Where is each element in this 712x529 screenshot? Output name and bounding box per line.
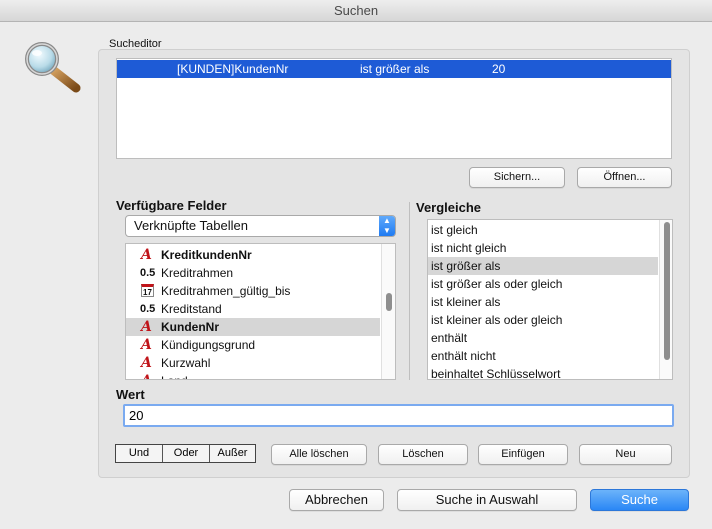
comparison-item[interactable]: ist nicht gleich (428, 239, 658, 257)
available-fields-label: Verfügbare Felder (116, 198, 227, 213)
comparison-item[interactable]: ist kleiner als oder gleich (428, 311, 658, 329)
comparison-item[interactable]: ist größer als (428, 257, 658, 275)
text-field-icon: A (141, 319, 152, 335)
field-item-label: KundenNr (161, 320, 219, 334)
field-item[interactable]: A Kurzwahl (126, 354, 380, 372)
except-button[interactable]: Außer (210, 445, 255, 462)
fields-scroll-thumb[interactable] (386, 293, 392, 311)
window-title: Suchen (333, 3, 379, 18)
text-field-icon: A (141, 337, 152, 353)
comparison-item[interactable]: beinhaltet Schlüsselwort (428, 365, 658, 379)
comparisons-scroll-thumb[interactable] (664, 222, 670, 360)
search-editor[interactable]: [KUNDEN]KundenNr ist größer als 20 (116, 58, 672, 159)
open-button[interactable]: Öffnen... (577, 167, 672, 188)
fields-list[interactable]: A KreditkundenNr 0.5 Kreditrahmen 17 Kreditra… (125, 243, 396, 380)
field-item[interactable]: A KundenNr (126, 318, 380, 336)
or-button[interactable]: Oder (163, 445, 210, 462)
updown-arrows-icon: ▲ ▼ (379, 216, 395, 236)
logic-operator-segmented: Und Oder Außer (115, 444, 256, 463)
field-item-label: Kreditrahmen_gültig_bis (161, 284, 291, 298)
editor-criteria-row[interactable]: [KUNDEN]KundenNr ist größer als 20 (117, 60, 671, 78)
comparison-item[interactable]: ist größer als oder gleich (428, 275, 658, 293)
field-item[interactable]: A KreditkundenNr (126, 246, 380, 264)
number-field-icon: 0.5 (140, 267, 156, 279)
comparisons-scrollbar[interactable] (659, 220, 672, 379)
field-item-label: Land (161, 372, 188, 379)
comparisons-label: Vergleiche (416, 200, 482, 215)
field-item[interactable]: 0.5 Kreditrahmen (126, 264, 380, 282)
delete-button[interactable]: Löschen (378, 444, 468, 465)
comparison-item[interactable]: enthält (428, 329, 658, 347)
section-divider (409, 202, 410, 380)
field-item-label: Kündigungsgrund (161, 338, 256, 352)
comparison-item[interactable]: ist gleich (428, 221, 658, 239)
table-select-value: Verknüpfte Tabellen (134, 218, 248, 233)
field-item[interactable]: ALand (126, 372, 380, 379)
editor-row-operator: ist größer als (360, 62, 430, 76)
cancel-button[interactable]: Abbrechen (289, 489, 384, 511)
insert-button[interactable]: Einfügen (478, 444, 568, 465)
magnifier-icon (22, 40, 86, 96)
field-item-label: KreditkundenNr (161, 248, 252, 262)
comparison-item[interactable]: ist kleiner als (428, 293, 658, 311)
editor-row-field: [KUNDEN]KundenNr (177, 62, 289, 76)
text-field-icon: A (141, 247, 152, 263)
clear-all-button[interactable]: Alle löschen (271, 444, 367, 465)
value-label: Wert (116, 387, 145, 402)
field-item-label: Kurzwahl (161, 356, 211, 370)
field-item[interactable]: 0.5 Kreditstand (126, 300, 380, 318)
search-button[interactable]: Suche (590, 489, 689, 511)
date-field-icon: 17 (141, 284, 154, 297)
comparisons-list[interactable]: ist gleich ist nicht gleich ist größer als… (427, 219, 673, 380)
editor-row-value: 20 (492, 62, 506, 76)
text-field-icon: A (141, 373, 161, 379)
field-item-label: Kreditstand (161, 302, 222, 316)
field-item[interactable]: 17 Kreditrahmen_gültig_bis (126, 282, 380, 300)
value-input[interactable] (123, 404, 674, 427)
table-select-dropdown[interactable]: Verknüpfte Tabellen ▲ ▼ (125, 215, 396, 237)
field-item[interactable]: A Kündigungsgrund (126, 336, 380, 354)
number-field-icon: 0.5 (140, 303, 156, 315)
save-button[interactable]: Sichern... (469, 167, 565, 188)
comparison-item[interactable]: enthält nicht (428, 347, 658, 365)
text-field-icon: A (141, 355, 152, 371)
window-title-bar: Suchen (0, 0, 712, 22)
editor-label: Sucheditor (109, 38, 162, 50)
field-item-label: Kreditrahmen (161, 266, 234, 280)
fields-scrollbar[interactable] (381, 244, 395, 379)
and-button[interactable]: Und (116, 445, 163, 462)
new-button[interactable]: Neu (579, 444, 672, 465)
search-in-selection-button[interactable]: Suche in Auswahl (397, 489, 577, 511)
